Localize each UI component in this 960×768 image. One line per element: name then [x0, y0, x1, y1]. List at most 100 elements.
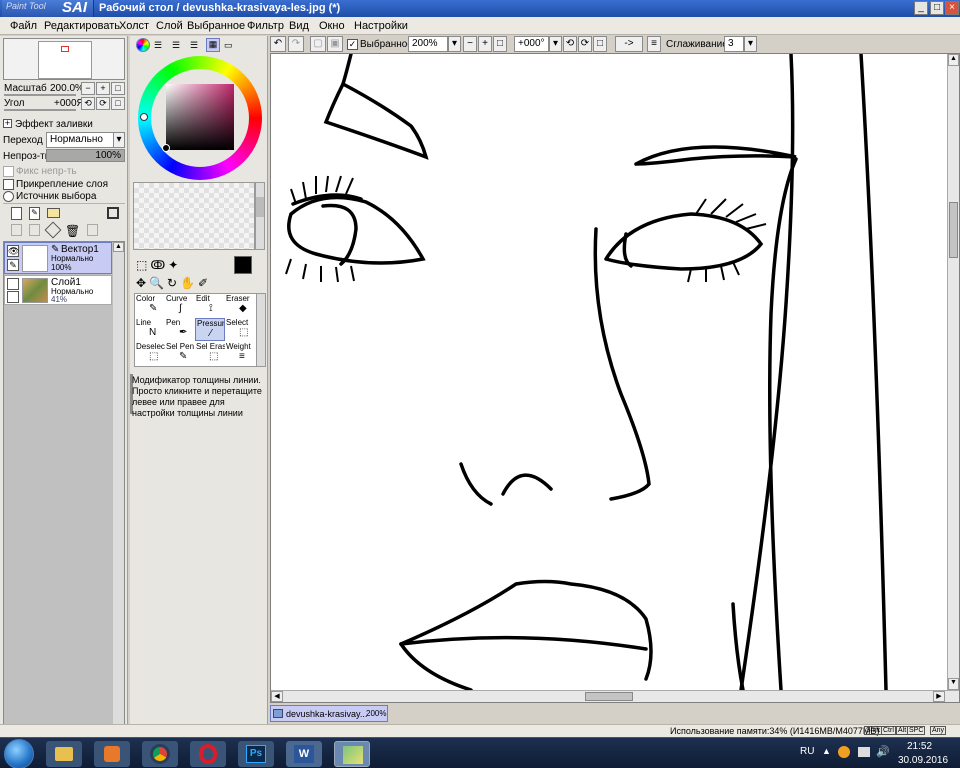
vscroll-thumb[interactable]	[949, 202, 958, 258]
swatch-grid[interactable]	[133, 182, 255, 250]
chrome-taskbar-icon[interactable]	[142, 741, 178, 767]
maximize-button[interactable]: □	[930, 1, 944, 15]
zoom-value[interactable]: 200%	[408, 36, 448, 52]
selection-checkbox[interactable]: ✓	[347, 39, 358, 50]
layer-list-scrollbar[interactable]: ▲	[113, 242, 124, 735]
expand-fill-effect-icon[interactable]: +	[3, 119, 12, 128]
hsv-slider-tab-icon[interactable]: ☰	[172, 40, 180, 51]
nav-zoom-reset-button[interactable]: □	[111, 82, 125, 95]
tool-weight[interactable]: Weight ≡	[225, 342, 255, 365]
tray-app-icon[interactable]	[838, 746, 850, 758]
navigator-preview[interactable]	[3, 38, 125, 80]
new-vector-layer-icon[interactable]: ✎	[29, 207, 40, 220]
tool-eraser[interactable]: Eraser ◆	[225, 294, 255, 317]
zoom-reset-button[interactable]: □	[493, 36, 507, 52]
transfer-down-icon[interactable]	[11, 224, 22, 236]
zoom-dropdown-icon[interactable]: ▾	[448, 36, 461, 52]
swatch-scroll-thumb[interactable]	[256, 197, 264, 217]
swatches-tab-icon[interactable]: ▦	[206, 38, 220, 52]
tool-edit[interactable]: Edit ⟟	[195, 294, 225, 317]
hscroll-left-icon[interactable]: ◀	[271, 691, 283, 702]
hscroll-right-icon[interactable]: ▶	[933, 691, 945, 702]
document-tab[interactable]: devushka-krasivay... 200%	[270, 705, 388, 722]
scale-slider[interactable]	[4, 94, 76, 96]
menu-layer[interactable]: Слой	[156, 20, 183, 32]
layer-row-layer1[interactable]: Слой1 Нормально 41%	[4, 275, 112, 305]
menu-canvas[interactable]: Холст	[119, 20, 149, 32]
scratchpad-tab-icon[interactable]: ▭	[224, 40, 233, 51]
canvas-area[interactable]: ▲ ▼ ◀ ▶	[270, 53, 960, 703]
clock-time[interactable]: 21:52	[907, 741, 932, 752]
new-layer-icon[interactable]	[11, 207, 22, 220]
vector-drawing[interactable]	[271, 54, 947, 690]
start-button[interactable]	[4, 739, 34, 768]
scroll-up-icon[interactable]: ▲	[113, 242, 124, 252]
tool-curve[interactable]: Curve ∫	[165, 294, 195, 317]
media-player-taskbar-icon[interactable]	[94, 741, 130, 767]
fix-opacity-checkbox[interactable]	[3, 166, 14, 177]
color-wheel[interactable]	[138, 56, 262, 180]
merge-down-icon[interactable]	[29, 224, 40, 236]
canvas-vscrollbar[interactable]: ▲ ▼	[947, 54, 959, 690]
explorer-taskbar-icon[interactable]	[46, 741, 82, 767]
primary-color-swatch[interactable]	[234, 256, 252, 274]
nav-zoom-in-button[interactable]: +	[96, 82, 110, 95]
menu-file[interactable]: Файл	[10, 20, 37, 32]
magic-wand-tool-icon[interactable]: ✦	[168, 258, 181, 272]
angle-slider[interactable]	[4, 109, 76, 111]
menu-edit[interactable]: Редактировать	[44, 20, 120, 32]
canvas-hscrollbar[interactable]: ◀ ▶	[271, 690, 959, 702]
smoothing-dropdown-icon[interactable]: ▾	[744, 36, 757, 52]
menu-filter[interactable]: Фильтр	[247, 20, 284, 32]
tool-select[interactable]: Select ⬚	[225, 318, 255, 341]
zoom-out-button[interactable]: −	[463, 36, 477, 52]
undo-button[interactable]: ↶	[270, 36, 286, 52]
opacity-slider[interactable]: 100%	[46, 149, 125, 162]
clipping-checkbox[interactable]	[3, 179, 14, 190]
stabilizer-icon[interactable]: ≡	[647, 36, 661, 52]
word-taskbar-icon[interactable]: W	[286, 741, 322, 767]
smoothing-value[interactable]: 3	[724, 36, 744, 52]
language-indicator[interactable]: RU	[800, 746, 814, 757]
blend-dropdown-icon[interactable]: ▾	[113, 132, 125, 148]
blend-mode-select[interactable]: Нормально	[46, 132, 114, 148]
minimize-button[interactable]: _	[914, 1, 928, 15]
deselect-button[interactable]: ▢	[310, 36, 326, 52]
menu-window[interactable]: Окно	[319, 20, 345, 32]
clear-layer-icon[interactable]	[44, 221, 62, 239]
color-picker-cursor[interactable]	[162, 144, 170, 152]
rotate-reset-icon[interactable]: □	[593, 36, 607, 52]
angle-value[interactable]: +000°	[514, 36, 549, 52]
angle-dropdown-icon[interactable]: ▾	[549, 36, 562, 52]
zoom-tool-icon[interactable]: 🔍	[149, 276, 167, 290]
hand-tool-icon[interactable]: ✋	[180, 276, 198, 290]
vscroll-down-icon[interactable]: ▼	[948, 678, 959, 690]
clock-date[interactable]: 30.09.2016	[898, 755, 948, 766]
tool-line[interactable]: Line N	[135, 318, 165, 341]
hscroll-thumb[interactable]	[585, 692, 633, 701]
invert-selection-button[interactable]: ▣	[327, 36, 343, 52]
marquee-tool-icon[interactable]: ⬚	[136, 258, 150, 272]
visibility-eye-icon[interactable]: 👁	[7, 245, 19, 257]
sai-taskbar-icon[interactable]	[334, 741, 370, 767]
redo-button[interactable]: ↷	[288, 36, 304, 52]
menu-selection[interactable]: Выбранное	[187, 20, 245, 32]
lasso-tool-icon[interactable]: ↂ	[150, 258, 168, 272]
tray-expand-icon[interactable]: ▲	[822, 746, 831, 756]
move-tool-icon[interactable]: ✥	[136, 276, 149, 290]
tool-pen[interactable]: Pen ✒	[165, 318, 195, 341]
visibility-eye-icon[interactable]	[7, 278, 19, 290]
flip-button[interactable]: ->	[615, 36, 643, 52]
pen-lock-icon[interactable]: ✎	[7, 259, 19, 271]
nav-rotate-right-icon[interactable]: ⟳	[96, 97, 110, 110]
new-folder-icon[interactable]	[47, 208, 60, 218]
fill-effect-label[interactable]: Эффект заливки	[15, 119, 93, 130]
rotate-left-icon[interactable]: ⟲	[563, 36, 577, 52]
nav-rotate-left-icon[interactable]: ⟲	[81, 97, 95, 110]
tool-grid-scrollbar[interactable]	[256, 293, 266, 367]
rotate-tool-icon[interactable]: ↻	[167, 276, 180, 290]
hue-picker-cursor[interactable]	[140, 113, 148, 121]
eyedropper-tool-icon[interactable]: ✐	[198, 276, 211, 290]
delete-layer-icon[interactable]: 🗑	[65, 224, 80, 238]
rotate-right-icon[interactable]: ⟳	[578, 36, 592, 52]
